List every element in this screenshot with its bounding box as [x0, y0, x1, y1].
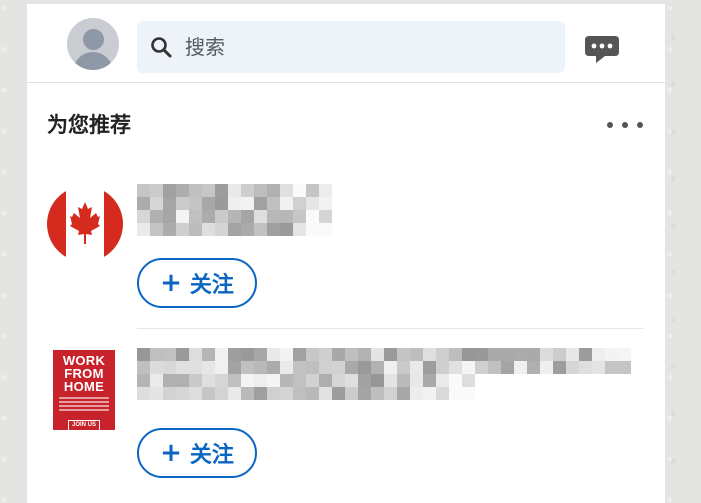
plus-icon: +: [160, 268, 182, 298]
section-title: 为您推荐: [47, 113, 131, 137]
avatar[interactable]: [67, 18, 119, 70]
avatar-shoulders: [73, 52, 113, 70]
top-bar: 搜索: [27, 4, 665, 83]
plus-icon: +: [160, 438, 182, 468]
feed-card: 搜索 为您推荐 + 关注 WORK FROM HOME JOIN US + 关注: [27, 4, 665, 503]
logo-text: WORK FROM HOME: [62, 353, 106, 394]
follow-label: 关注: [189, 443, 234, 468]
search-input[interactable]: 搜索: [137, 21, 565, 73]
more-dots-icon[interactable]: [605, 110, 645, 140]
chat-bubble-icon[interactable]: [583, 32, 621, 66]
search-placeholder: 搜索: [185, 35, 225, 59]
follow-button[interactable]: + 关注: [137, 428, 257, 478]
dot: [637, 122, 643, 128]
logo-badge: JOIN US: [67, 420, 100, 431]
flag-bar-right: [104, 186, 123, 262]
follow-label: 关注: [189, 273, 234, 298]
search-icon: [151, 37, 172, 58]
blurred-name: [137, 184, 332, 236]
avatar-head: [83, 29, 104, 50]
recommendation-item: WORK FROM HOME JOIN US + 关注: [27, 334, 665, 494]
divider: [137, 328, 643, 329]
work-from-home-logo[interactable]: WORK FROM HOME JOIN US: [53, 350, 115, 431]
canada-flag-logo[interactable]: [47, 186, 123, 262]
blurred-name: [137, 348, 631, 400]
logo-fine-print: [59, 397, 109, 411]
flag-bar-left: [47, 186, 66, 262]
recommendation-item: + 关注: [27, 174, 665, 324]
follow-button[interactable]: + 关注: [137, 258, 257, 308]
dot: [622, 122, 628, 128]
dot: [607, 122, 613, 128]
maple-leaf-icon: [70, 202, 100, 244]
